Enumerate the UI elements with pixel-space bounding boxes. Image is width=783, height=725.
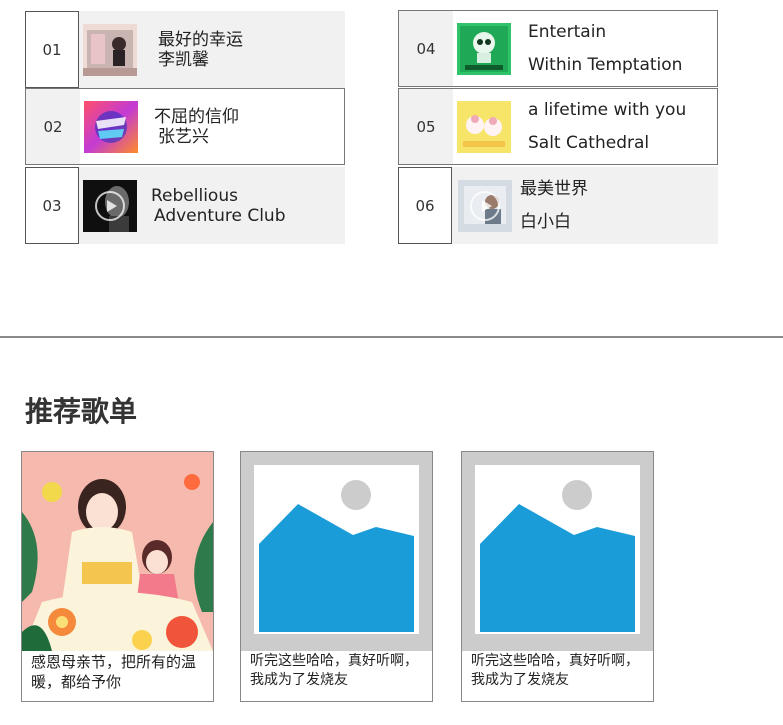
album-cover-dark-portrait[interactable] — [83, 179, 137, 232]
album-cover-yellow-illustration[interactable] — [457, 100, 511, 153]
song-number: 03 — [25, 167, 79, 244]
song-row-02[interactable]: 02 不屈的信仰 张艺兴 — [25, 88, 345, 165]
album-cover-colorful-text[interactable] — [84, 100, 138, 153]
playlist-card-2[interactable]: 听完这些哈哈，真好听啊，我成为了发烧友 — [240, 451, 433, 702]
playlist-card-1[interactable]: 感恩母亲节，把所有的温暖，都给予你 — [21, 451, 214, 702]
playlist-caption[interactable]: 听完这些哈哈，真好听啊，我成为了发烧友 — [462, 651, 653, 690]
song-row-01[interactable]: 01 最好的幸运 李凯馨 — [25, 11, 345, 88]
image-placeholder-icon[interactable] — [241, 452, 432, 651]
album-cover-grey-photo[interactable] — [458, 179, 512, 232]
mother-daughter-illustration[interactable] — [22, 452, 213, 651]
section-divider — [0, 336, 783, 338]
play-icon[interactable] — [470, 190, 500, 221]
song-title[interactable]: 最好的幸运 — [158, 30, 243, 50]
playlist-caption[interactable]: 感恩母亲节，把所有的温暖，都给予你 — [22, 651, 213, 692]
song-title[interactable]: Entertain — [528, 16, 682, 49]
song-artist[interactable]: 白小白 — [520, 206, 588, 239]
album-cover-green-skull[interactable] — [457, 22, 511, 75]
song-title[interactable]: 最美世界 — [520, 173, 588, 206]
song-title[interactable]: Rebellious — [151, 186, 286, 206]
song-number: 05 — [399, 89, 453, 164]
song-title[interactable]: a lifetime with you — [528, 94, 686, 127]
song-number: 04 — [399, 11, 453, 86]
song-artist[interactable]: Adventure Club — [154, 206, 286, 226]
song-number: 01 — [25, 11, 79, 88]
song-title[interactable]: 不屈的信仰 — [154, 107, 239, 127]
play-icon[interactable] — [95, 190, 125, 221]
image-placeholder-icon[interactable] — [462, 452, 653, 651]
song-artist[interactable]: 张艺兴 — [158, 127, 239, 147]
album-cover-pink-figures[interactable] — [83, 23, 137, 76]
playlist-card-3[interactable]: 听完这些哈哈，真好听啊，我成为了发烧友 — [461, 451, 654, 702]
song-row-03[interactable]: 03 Rebellious Adventure Club — [25, 167, 345, 244]
song-number: 02 — [26, 89, 80, 164]
song-artist[interactable]: 李凯馨 — [158, 50, 243, 70]
song-row-06[interactable]: 06 最美世界 白小白 — [398, 167, 718, 244]
song-row-04[interactable]: 04 Entertain Within Temptation — [398, 10, 718, 87]
song-artist[interactable]: Within Temptation — [528, 49, 682, 82]
song-row-05[interactable]: 05 a lifetime with you Salt Cathedral — [398, 88, 718, 165]
section-title: 推荐歌单 — [25, 395, 138, 428]
playlist-caption[interactable]: 听完这些哈哈，真好听啊，我成为了发烧友 — [241, 651, 432, 690]
song-number: 06 — [398, 167, 452, 244]
song-artist[interactable]: Salt Cathedral — [528, 127, 686, 160]
